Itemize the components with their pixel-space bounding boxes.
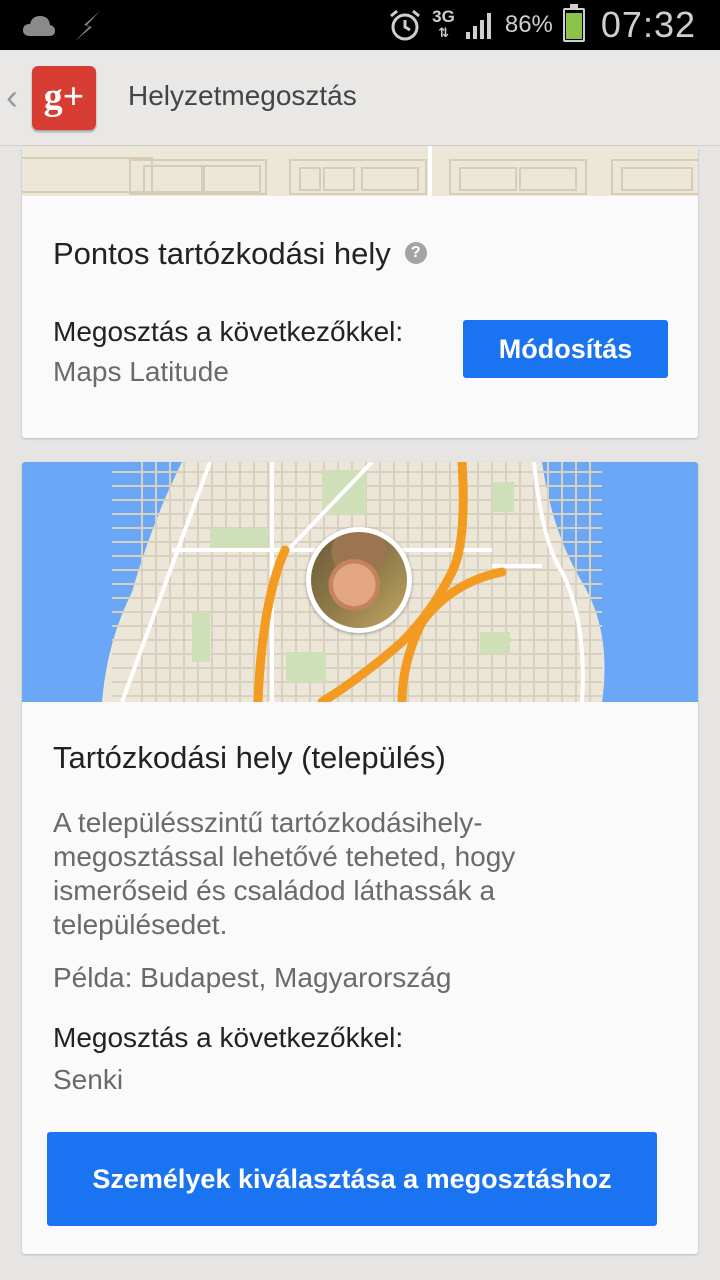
battery-icon <box>562 4 585 42</box>
google-plus-logo[interactable]: g+ <box>32 66 96 130</box>
status-bar: 3G ⇅ 86% 07:32 <box>0 0 720 50</box>
modify-button[interactable]: Módosítás <box>463 320 668 378</box>
help-icon[interactable]: ? <box>404 241 427 264</box>
map-strip <box>22 146 698 196</box>
signal-bars-icon <box>465 13 491 39</box>
city-location-description: A településszintű tartózkodásihely-megos… <box>53 807 516 940</box>
precise-location-title: Pontos tartózkodási hely? <box>53 236 427 272</box>
back-chevron-icon[interactable]: ‹ <box>6 76 18 118</box>
choose-people-button[interactable]: Személyek kiválasztása a megosztáshoz <box>47 1132 657 1226</box>
battery-percent: 86% <box>504 11 553 38</box>
city-share-value: Senki <box>53 1064 124 1095</box>
precise-location-card: Pontos tartózkodási hely? Megosztás a kö… <box>22 146 698 438</box>
alarm-clock-icon <box>390 9 421 41</box>
city-location-title: Tartózkodási hely (település) <box>53 740 446 775</box>
usb-lightning-icon <box>75 11 100 41</box>
avatar <box>306 527 412 633</box>
city-location-card: Tartózkodási hely (település) A települé… <box>22 462 698 1254</box>
cloud-icon <box>23 16 55 36</box>
precise-location-title-text: Pontos tartózkodási hely <box>53 236 391 271</box>
city-location-example: Példa: Budapest, Magyarország <box>53 962 452 993</box>
page-title: Helyzetmegosztás <box>128 80 357 111</box>
city-share-label: Megosztás a következőkkel: <box>53 1022 404 1053</box>
action-bar: ‹ g+ Helyzetmegosztás <box>0 50 720 146</box>
network-type: 3G ⇅ <box>432 7 455 40</box>
clock: 07:32 <box>600 4 696 45</box>
precise-share-value: Maps Latitude <box>53 356 229 387</box>
precise-share-label: Megosztás a következőkkel: <box>53 316 404 347</box>
